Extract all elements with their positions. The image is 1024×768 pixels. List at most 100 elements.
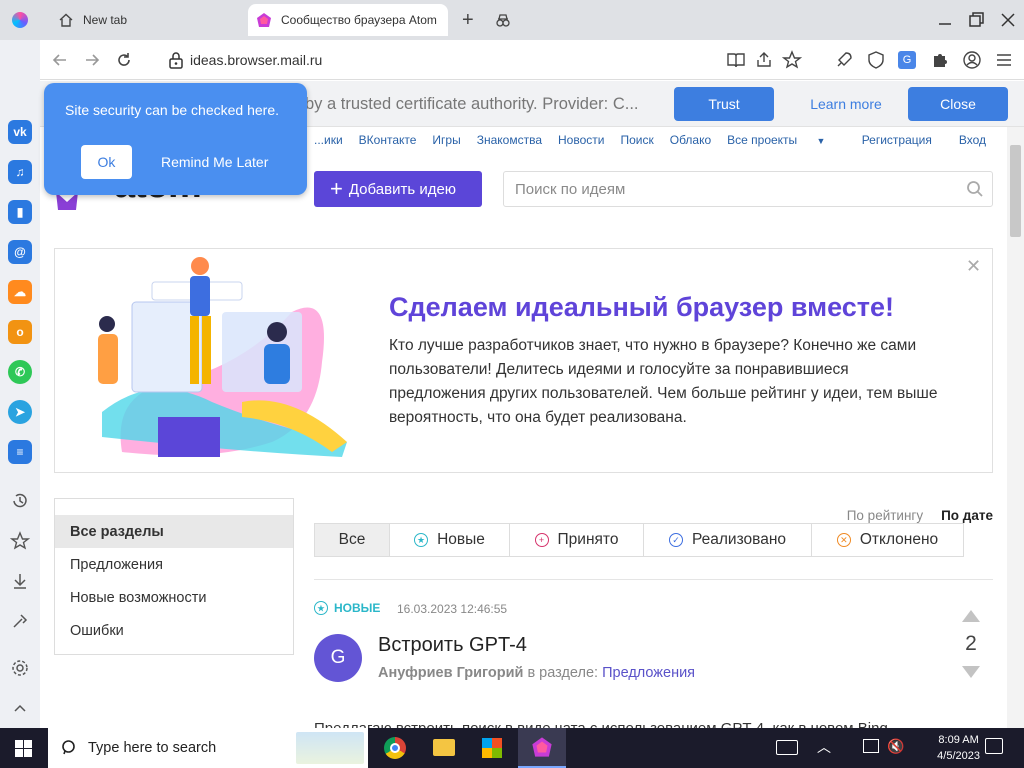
vote-down-icon[interactable] bbox=[962, 666, 980, 678]
settings-icon[interactable] bbox=[10, 658, 30, 678]
trust-button[interactable]: Trust bbox=[674, 87, 774, 121]
windows-start-icon[interactable] bbox=[15, 740, 32, 757]
url-field[interactable]: ideas.browser.mail.ru bbox=[190, 52, 322, 68]
register-link[interactable]: Регистрация bbox=[862, 133, 932, 147]
filter-label: Принято bbox=[557, 531, 619, 548]
reader-icon[interactable] bbox=[726, 50, 746, 70]
section-bugs[interactable]: Ошибки bbox=[55, 614, 293, 647]
popup-message: Site security can be checked here. bbox=[65, 102, 280, 118]
filter-rejected[interactable]: ✕ Отклонено bbox=[811, 523, 964, 557]
tools-icon[interactable] bbox=[10, 611, 30, 631]
telegram-icon[interactable]: ➤ bbox=[8, 400, 32, 424]
extensions-tab-icon[interactable] bbox=[495, 12, 511, 28]
filter-implemented[interactable]: ✓ Реализовано bbox=[643, 523, 812, 557]
tab-label: Сообщество браузера Atom bbox=[281, 13, 437, 27]
add-idea-button[interactable]: + Добавить идею bbox=[314, 171, 482, 207]
minimize-icon[interactable] bbox=[935, 10, 955, 30]
post-author[interactable]: Ануфриев Григорий bbox=[378, 665, 523, 681]
translate-icon[interactable]: G bbox=[898, 51, 916, 69]
scrollbar-thumb[interactable] bbox=[1010, 145, 1021, 237]
plus-icon: + bbox=[330, 176, 343, 201]
chrome-icon[interactable] bbox=[384, 737, 406, 759]
post-section-link[interactable]: Предложения bbox=[602, 665, 695, 681]
reload-icon[interactable] bbox=[114, 50, 134, 70]
learn-more-link[interactable]: Learn more bbox=[796, 87, 896, 121]
close-window-icon[interactable] bbox=[998, 10, 1018, 30]
top-link-news[interactable]: Новости bbox=[558, 133, 604, 147]
restore-icon[interactable] bbox=[966, 10, 986, 30]
top-link-cloud[interactable]: Облако bbox=[670, 133, 711, 147]
title-bar: New tab Сообщество браузера Atom + bbox=[0, 0, 1024, 40]
back-icon[interactable] bbox=[50, 50, 70, 70]
avatar[interactable]: G bbox=[314, 634, 362, 682]
top-link-all-projects[interactable]: Все проекты ▼ bbox=[727, 133, 841, 147]
banner-illustration bbox=[98, 257, 347, 457]
sort-by-rating[interactable]: По рейтингу bbox=[847, 508, 923, 523]
filter-label: Реализовано bbox=[691, 531, 786, 548]
section-new-features[interactable]: Новые возможности bbox=[55, 581, 293, 614]
profile-icon[interactable] bbox=[962, 50, 982, 70]
forward-icon[interactable] bbox=[82, 50, 102, 70]
lock-icon[interactable] bbox=[168, 51, 184, 69]
taskbar-search[interactable]: Type here to search bbox=[48, 728, 368, 768]
post-body: Предлагаю встроить поиск в виде чата с и… bbox=[314, 716, 914, 728]
volume-muted-icon[interactable]: 🔇 bbox=[887, 738, 904, 755]
mail-icon[interactable]: @ bbox=[8, 240, 32, 264]
search-icon[interactable] bbox=[966, 180, 984, 198]
puzzle-extension-icon[interactable] bbox=[930, 50, 950, 70]
favorite-star-icon[interactable] bbox=[782, 50, 802, 70]
tab-atom-community[interactable]: Сообщество браузера Atom bbox=[248, 4, 448, 36]
store-icon[interactable] bbox=[482, 738, 502, 758]
bookmarks-icon[interactable] bbox=[10, 531, 30, 551]
vote-up-icon[interactable] bbox=[962, 610, 980, 622]
shield-icon[interactable] bbox=[866, 50, 886, 70]
top-link-vk[interactable]: ВКонтакте bbox=[359, 133, 417, 147]
banner-close-icon[interactable]: ✕ bbox=[966, 256, 981, 277]
clock-time: 8:09 AM bbox=[938, 734, 979, 746]
search-input[interactable]: Поиск по идеям bbox=[503, 171, 993, 207]
section-all[interactable]: Все разделы bbox=[55, 515, 293, 548]
new-tab-button[interactable]: + bbox=[462, 9, 474, 32]
list-icon[interactable]: ≡ bbox=[8, 440, 32, 464]
vk-icon[interactable]: vk bbox=[8, 120, 32, 144]
music-icon[interactable]: ♫ bbox=[8, 160, 32, 184]
ok-icon[interactable]: о bbox=[8, 320, 32, 344]
top-link[interactable]: ...ики bbox=[314, 133, 343, 147]
top-nav-links: ...ики ВКонтакте Игры Знакомства Новости… bbox=[314, 133, 857, 147]
stats-icon[interactable]: ▮ bbox=[8, 200, 32, 224]
post-title[interactable]: Встроить GPT-4 bbox=[378, 634, 527, 657]
rocket-icon[interactable] bbox=[834, 50, 854, 70]
login-link[interactable]: Вход bbox=[959, 133, 986, 147]
collapse-icon[interactable] bbox=[10, 698, 30, 718]
filter-new[interactable]: ★ Новые bbox=[389, 523, 510, 557]
filter-label: Новые bbox=[437, 531, 485, 548]
section-suggestions[interactable]: Предложения bbox=[55, 548, 293, 581]
whatsapp-icon[interactable]: ✆ bbox=[8, 360, 32, 384]
sort-options: По рейтингу По дате bbox=[847, 508, 993, 523]
tab-new-tab[interactable]: New tab bbox=[48, 4, 244, 36]
top-link-games[interactable]: Игры bbox=[432, 133, 460, 147]
filter-all[interactable]: Все bbox=[314, 523, 390, 557]
post-date: 16.03.2023 12:46:55 bbox=[397, 602, 508, 616]
tray-chevron-icon[interactable]: ︿ bbox=[817, 737, 831, 757]
popup-ok-button[interactable]: Ok bbox=[81, 145, 132, 179]
share-icon[interactable] bbox=[754, 50, 774, 70]
menu-icon[interactable] bbox=[994, 50, 1014, 70]
notifications-icon[interactable] bbox=[985, 738, 1003, 754]
sort-by-date[interactable]: По дате bbox=[941, 508, 993, 523]
close-button[interactable]: Close bbox=[908, 87, 1008, 121]
network-icon[interactable] bbox=[863, 739, 879, 753]
cloud-icon[interactable]: ☁ bbox=[8, 280, 32, 304]
remind-later-button[interactable]: Remind Me Later bbox=[161, 154, 268, 170]
filter-accepted[interactable]: + Принято bbox=[509, 523, 644, 557]
downloads-icon[interactable] bbox=[10, 571, 30, 591]
atom-taskbar-icon[interactable] bbox=[518, 728, 566, 768]
top-link-dating[interactable]: Знакомства bbox=[477, 133, 542, 147]
top-link-search[interactable]: Поиск bbox=[620, 133, 653, 147]
section-placeholder bbox=[55, 499, 293, 515]
file-explorer-icon[interactable] bbox=[433, 739, 455, 756]
news-icon[interactable] bbox=[776, 740, 798, 755]
taskbar-clock[interactable]: 8:09 AM 4/5/2023 bbox=[937, 732, 980, 764]
history-icon[interactable] bbox=[10, 491, 30, 511]
browser-logo-icon[interactable] bbox=[12, 12, 28, 28]
